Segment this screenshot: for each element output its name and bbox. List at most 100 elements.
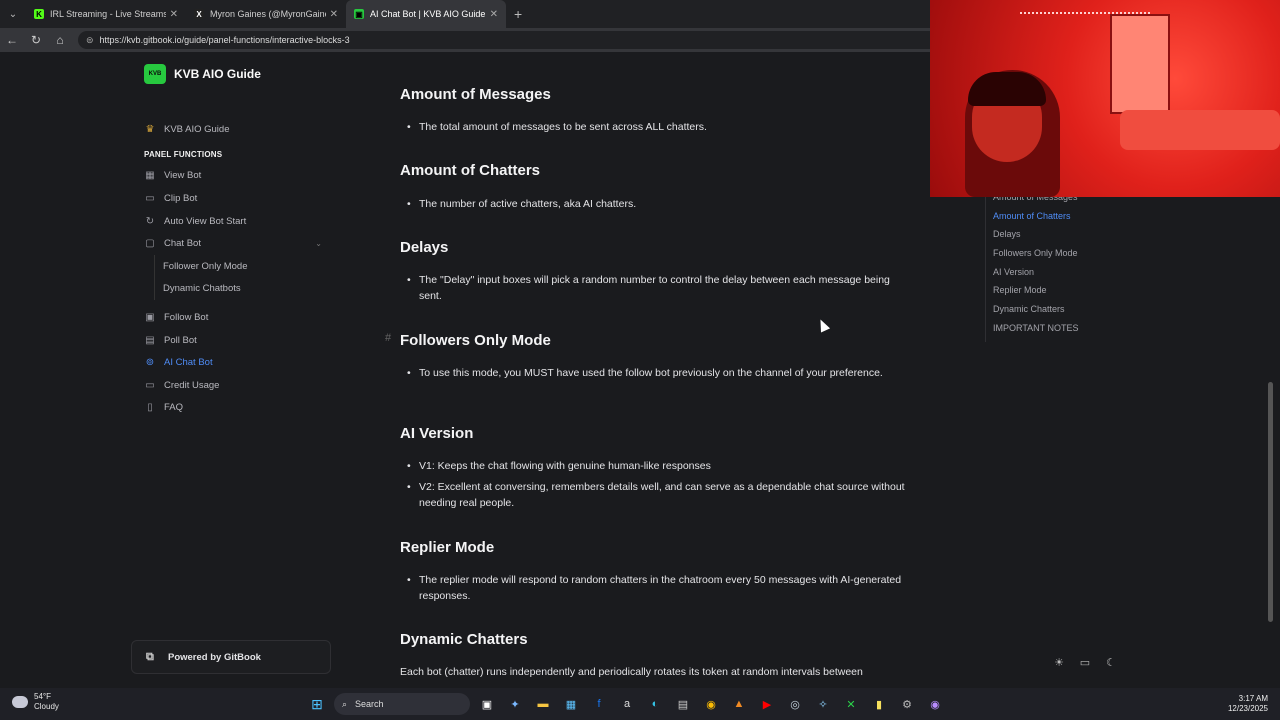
toc-item[interactable]: Delays [993, 229, 1079, 248]
system-clock[interactable]: 3:17 AM 12/23/2025 [1228, 694, 1268, 714]
sidebar-item-poll-bot[interactable]: ▤ Poll Bot [140, 329, 330, 352]
close-tab-icon[interactable]: ✕ [170, 9, 178, 20]
section-heading: Amount of Messages [400, 86, 551, 103]
sidebar-item-credit-usage[interactable]: ▭ Credit Usage [140, 374, 330, 397]
file-explorer-icon[interactable]: ▬ [532, 693, 554, 715]
sidebar-item-follow-bot[interactable]: ▣ Follow Bot [140, 306, 330, 329]
sun-icon[interactable]: ☀ [1053, 656, 1065, 669]
list-item: The number of active chatters, aka AI ch… [400, 196, 910, 212]
x-icon: X [194, 9, 204, 19]
link-icon: ⊚ [145, 357, 155, 369]
toc-item-active[interactable]: Amount of Chatters [993, 211, 1079, 230]
gitbook-icon: ⧉ [146, 650, 154, 663]
search-label: Search [355, 699, 384, 709]
windows-start-icon[interactable]: ⊞ [306, 693, 328, 715]
calculator-icon[interactable]: ▤ [672, 693, 694, 715]
bullet-list: To use this mode, you MUST have used the… [400, 365, 910, 386]
toc-item[interactable]: Dynamic Chatters [993, 304, 1079, 323]
sidebar-item-follower-only-mode[interactable]: Follower Only Mode [155, 255, 330, 278]
paragraph: Each bot (chatter) runs independently an… [400, 666, 863, 678]
facebook-icon[interactable]: f [588, 693, 610, 715]
heading-anchor-icon[interactable]: # [385, 332, 391, 344]
copilot-icon[interactable]: ✦ [504, 693, 526, 715]
page-toc: Amount of Messages Amount of Chatters De… [985, 192, 1079, 342]
sidebar-heading: PANEL FUNCTIONS [144, 150, 223, 160]
tab-list-icon[interactable]: ⌄ [0, 0, 26, 28]
cloud-icon [12, 696, 28, 708]
table-icon: ▦ [145, 170, 155, 182]
steam-icon[interactable]: ◎ [784, 693, 806, 715]
sticky-notes-icon[interactable]: ▮ [868, 693, 890, 715]
sidebar-item-label: Poll Bot [164, 334, 197, 346]
xbox-icon[interactable]: ✕ [840, 693, 862, 715]
sidebar-item-dynamic-chatbots[interactable]: Dynamic Chatbots [155, 278, 330, 301]
bullet-list: The total amount of messages to be sent … [400, 119, 910, 140]
back-icon[interactable]: ← [0, 33, 24, 47]
search-icon: ⌕ [342, 698, 348, 709]
chevron-down-icon[interactable]: ⌄ [315, 239, 322, 248]
youtube-icon[interactable]: ▶ [756, 693, 778, 715]
browser-tab[interactable]: X Myron Gaines (@MyronGainesX) / X ✕ [186, 0, 346, 28]
mouse-cursor [815, 317, 831, 333]
toc-item[interactable]: IMPORTANT NOTES [993, 323, 1079, 342]
chrome-icon[interactable]: ◉ [700, 693, 722, 715]
weather-condition: Cloudy [34, 702, 59, 711]
new-tab-icon[interactable]: + [514, 6, 522, 22]
webcam-overlay [930, 0, 1280, 197]
sidebar-item-auto-view-bot-start[interactable]: ↻ Auto View Bot Start [140, 210, 330, 233]
reload-icon[interactable]: ↻ [24, 33, 48, 47]
store-icon[interactable]: ▦ [560, 693, 582, 715]
taskbar-apps: ⊞ ⌕ Search ▣ ✦ ▬ ▦ f a ◐ ▤ ◉ ▲ ▶ ◎ ✧ ✕ ▮… [306, 693, 946, 715]
sidebar-item-label: Credit Usage [164, 379, 220, 391]
vlc-icon[interactable]: ▲ [728, 693, 750, 715]
settings-icon[interactable]: ⚙ [896, 693, 918, 715]
home-icon[interactable]: ⌂ [48, 33, 72, 47]
moon-icon[interactable]: ☾ [1105, 656, 1117, 669]
close-tab-icon[interactable]: ✕ [330, 9, 338, 20]
sidebar-item-label: Auto View Bot Start [164, 215, 247, 227]
sidebar-item-clip-bot[interactable]: ▭ Clip Bot [140, 187, 330, 210]
bullet-list: The number of active chatters, aka AI ch… [400, 196, 910, 217]
scrollbar[interactable] [1268, 382, 1273, 622]
sidebar-item-chat-bot[interactable]: ▢ Chat Bot ⌄ [140, 232, 330, 255]
theme-toggle: ☀ ▭ ☾ [1053, 656, 1117, 669]
sidebar-item-view-bot[interactable]: ▦ View Bot [140, 165, 330, 188]
gitbook-icon: ▣ [354, 9, 364, 19]
obs-icon[interactable]: ◉ [924, 693, 946, 715]
list-item: To use this mode, you MUST have used the… [400, 365, 910, 381]
amazon-icon[interactable]: a [616, 693, 638, 715]
close-tab-icon[interactable]: ✕ [490, 9, 498, 20]
toc-item[interactable]: AI Version [993, 267, 1079, 286]
folder-icon: ▣ [145, 311, 155, 323]
monitor-icon[interactable]: ▭ [1079, 656, 1091, 669]
list-item: V2: Excellent at conversing, remembers d… [400, 479, 910, 511]
sidebar-item-ai-chat-bot[interactable]: ⊚ AI Chat Bot [140, 351, 330, 374]
powered-by-gitbook[interactable]: ⧉ Powered by GitBook [131, 640, 331, 674]
taskbar-search[interactable]: ⌕ Search [334, 693, 470, 715]
section-heading: Amount of Chatters [400, 162, 540, 179]
browser-tab-active[interactable]: ▣ AI Chat Bot | KVB AIO Guide ✕ [346, 0, 506, 28]
tab-title: AI Chat Bot | KVB AIO Guide [370, 9, 486, 19]
windows-taskbar: 54°F Cloudy ⊞ ⌕ Search ▣ ✦ ▬ ▦ f a ◐ ▤ ◉… [0, 688, 1280, 720]
app-icon[interactable]: ✧ [812, 693, 834, 715]
browser-tab[interactable]: K IRL Streaming - Live Streams on Ki ✕ [26, 0, 186, 28]
sidebar-item-faq[interactable]: ▯ FAQ [140, 397, 330, 420]
bullet-list: V1: Keeps the chat flowing with genuine … [400, 458, 910, 516]
bullet-list: The "Delay" input boxes will pick a rand… [400, 272, 910, 309]
toc-item[interactable]: Followers Only Mode [993, 248, 1079, 267]
task-view-icon[interactable]: ▣ [476, 693, 498, 715]
sidebar-item-kvb-aio-guide[interactable]: ♛ KVB AIO Guide [140, 118, 330, 141]
sidebar-item-label: Clip Bot [164, 192, 198, 204]
site-info-icon[interactable]: ⊜ [86, 35, 94, 46]
sidebar-item-label: FAQ [164, 402, 184, 414]
section-heading: Replier Mode [400, 539, 495, 556]
toc-item[interactable]: Replier Mode [993, 285, 1079, 304]
bullet-list: The replier mode will respond to random … [400, 572, 910, 609]
sidebar-item-label: Chat Bot [164, 238, 201, 250]
site-brand[interactable]: KVB KVB AIO Guide [144, 64, 261, 84]
refresh-icon: ↻ [145, 215, 155, 227]
list-item: The "Delay" input boxes will pick a rand… [400, 272, 910, 304]
weather-widget[interactable]: 54°F Cloudy [12, 692, 59, 712]
crown-icon: ♛ [145, 123, 155, 135]
edge-icon[interactable]: ◐ [644, 693, 666, 715]
